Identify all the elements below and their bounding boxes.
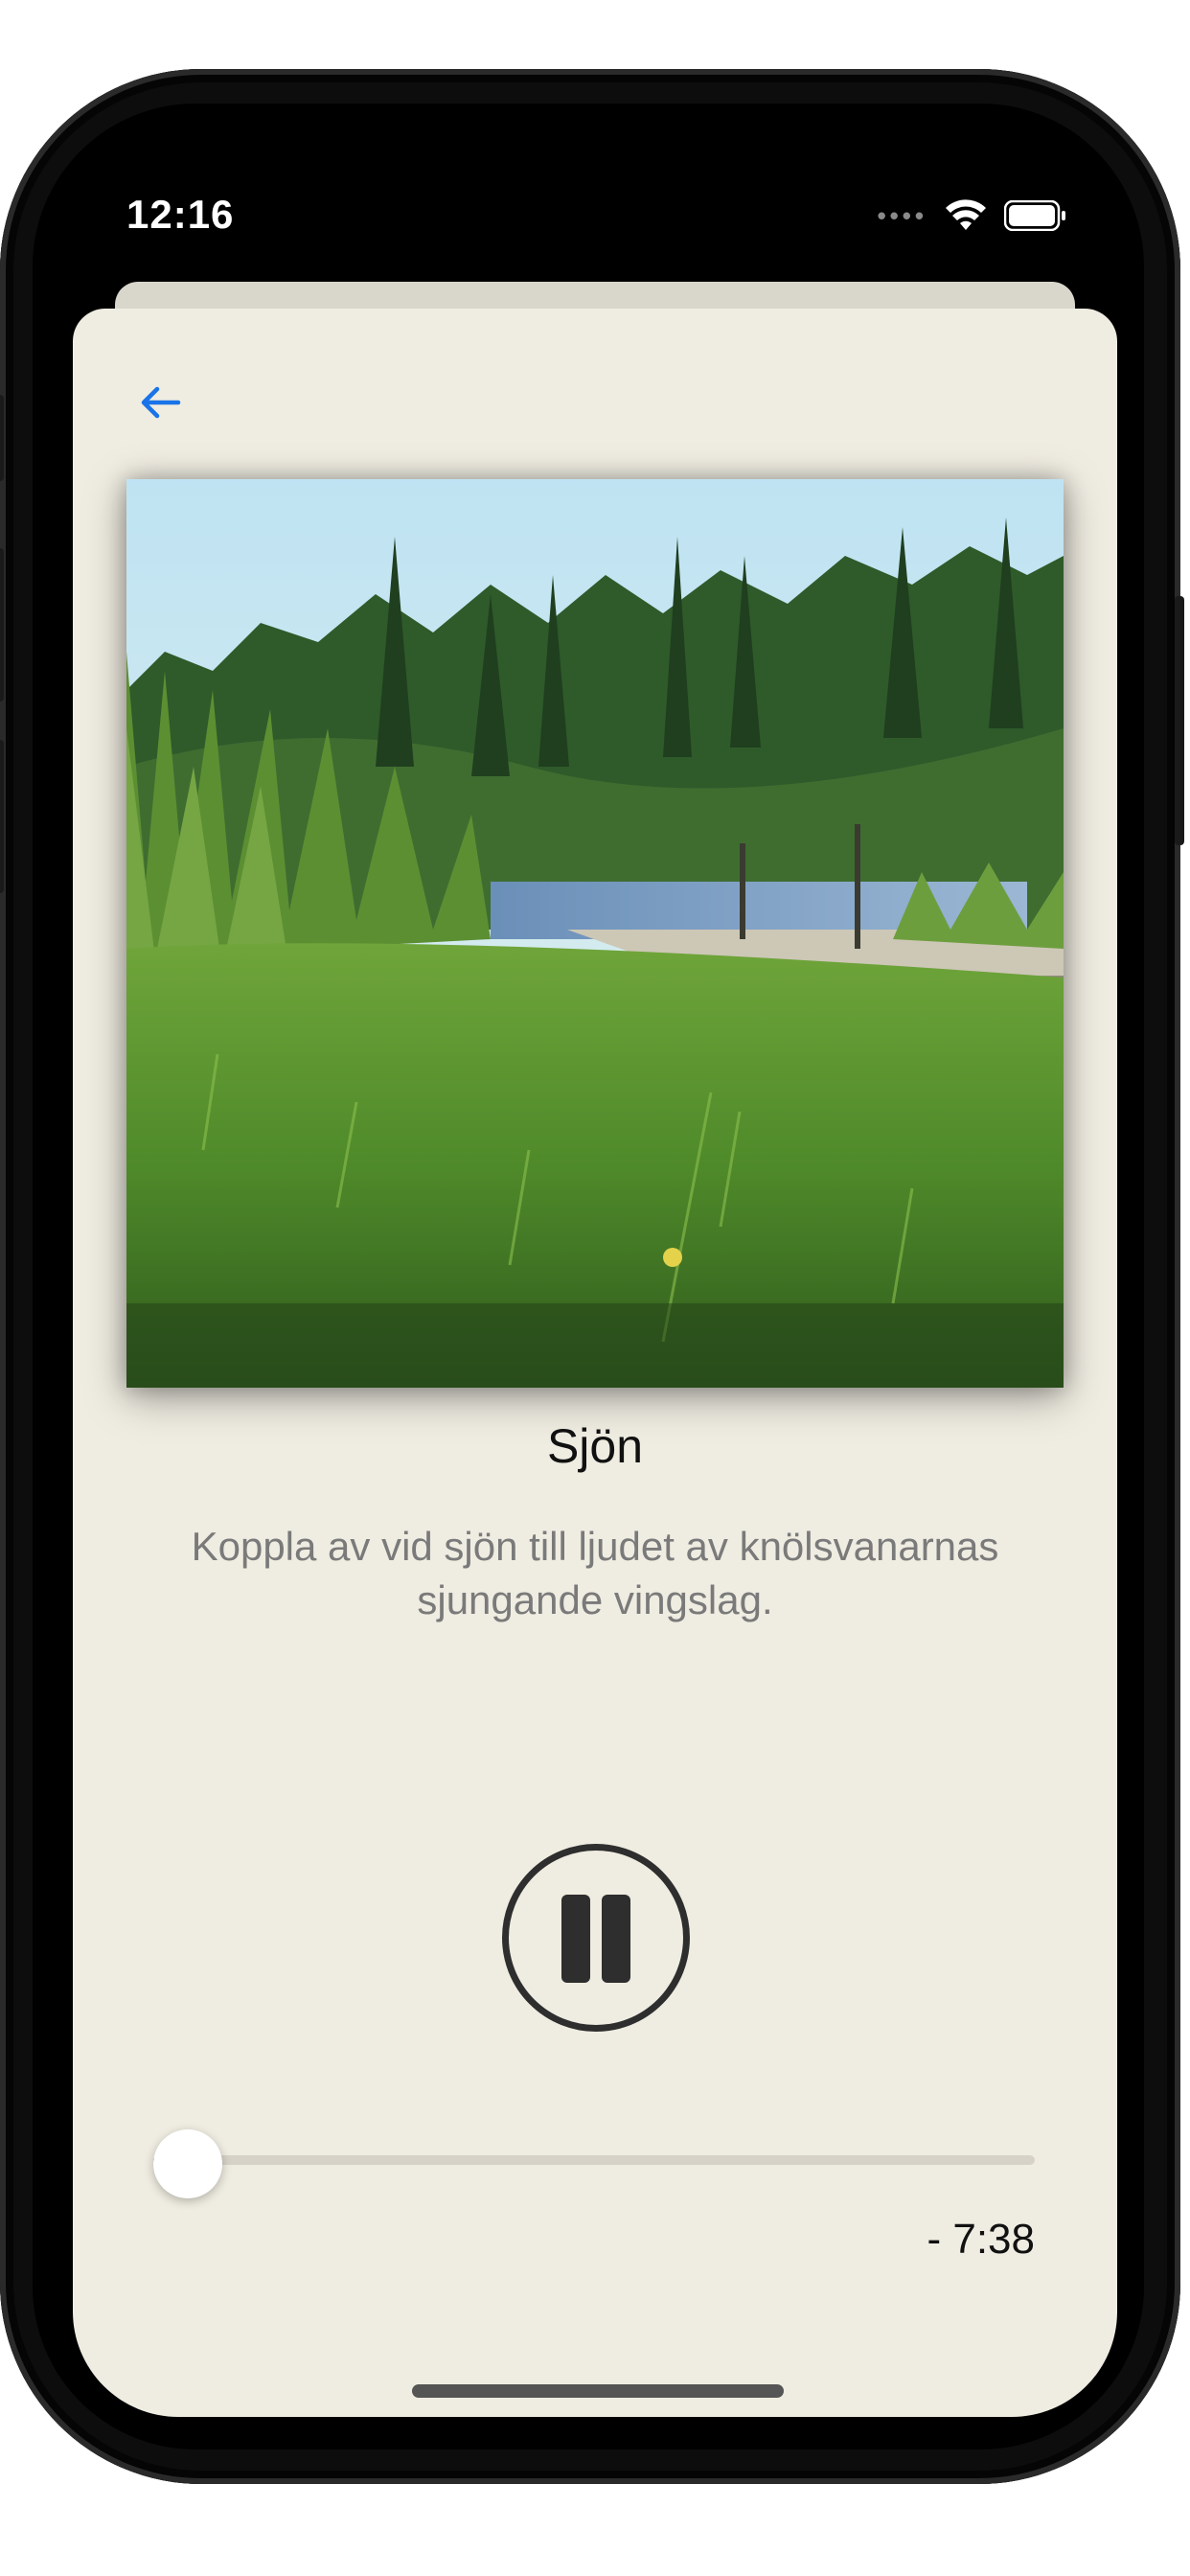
playback-progress-slider[interactable] (153, 2129, 1035, 2198)
power-button (1175, 596, 1184, 845)
battery-icon (1004, 200, 1065, 231)
track-description: Koppla av vid sjön till ljudet av knölsv… (191, 1524, 999, 1622)
track-cover-image (126, 479, 1064, 1388)
volume-down-button (0, 740, 4, 893)
pause-icon (561, 1895, 590, 1983)
signal-dots-icon: •••• (877, 200, 927, 230)
volume-up-button (0, 548, 4, 702)
slider-track (153, 2155, 1035, 2165)
home-indicator (412, 2384, 784, 2398)
back-button[interactable] (132, 374, 190, 431)
mute-switch (0, 395, 4, 481)
wifi-icon (946, 199, 986, 230)
pause-button[interactable] (502, 1844, 690, 2032)
track-title: Sjön (546, 1419, 644, 1473)
remaining-time: - 7:38 (927, 2216, 1035, 2263)
slider-thumb[interactable] (153, 2129, 222, 2198)
arrow-left-icon (141, 386, 181, 419)
status-time: 12:16 (126, 192, 235, 237)
pause-icon-bar (602, 1895, 630, 1983)
lake-scene-image (126, 479, 1064, 1388)
status-icons: •••• (878, 199, 1067, 232)
notch (403, 104, 787, 165)
player-sheet: Sjön Koppla av vid sjön till ljudet av k… (73, 309, 1117, 2417)
